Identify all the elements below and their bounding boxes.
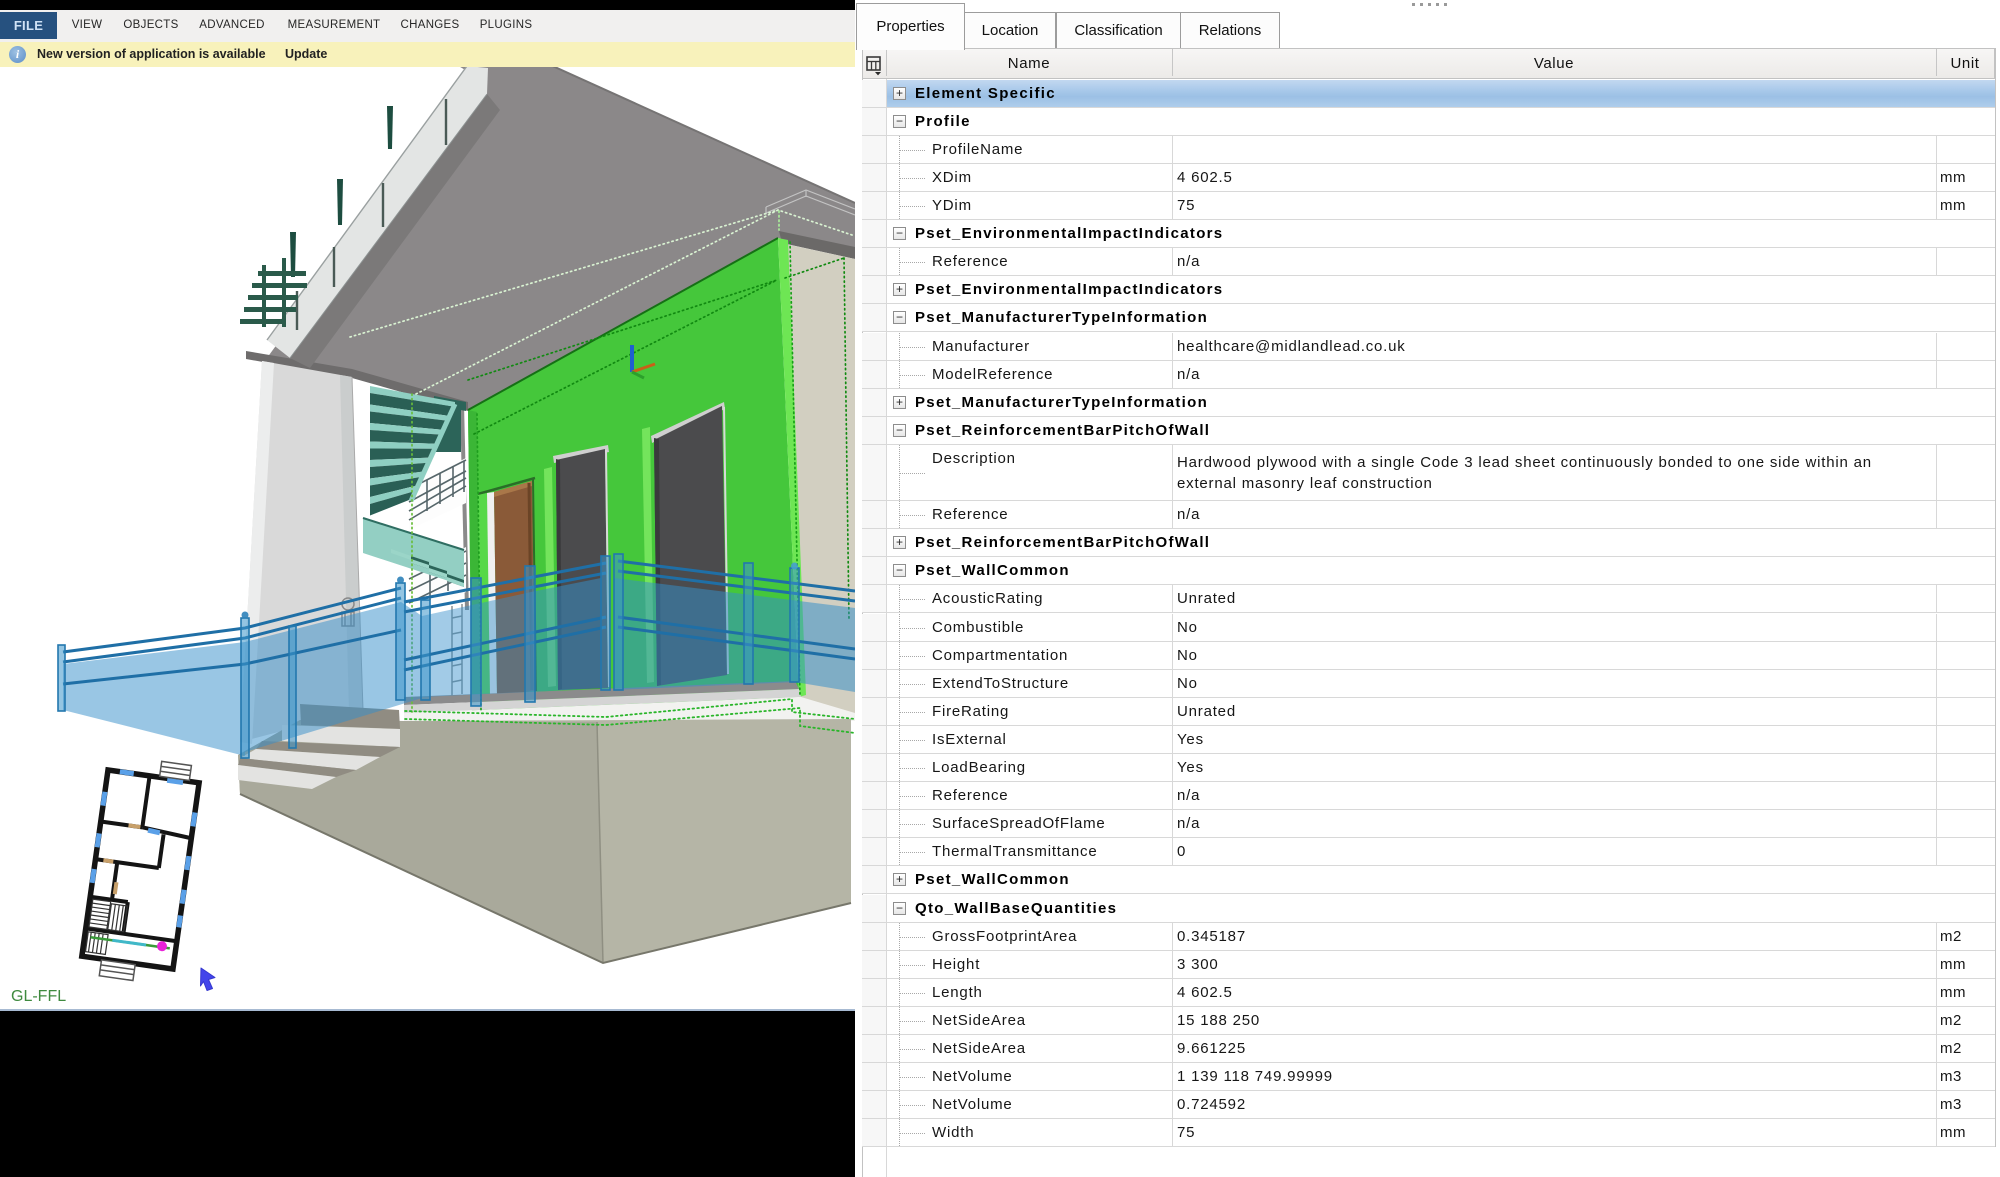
svg-text:GL-FFL: GL-FFL [11,988,66,1005]
